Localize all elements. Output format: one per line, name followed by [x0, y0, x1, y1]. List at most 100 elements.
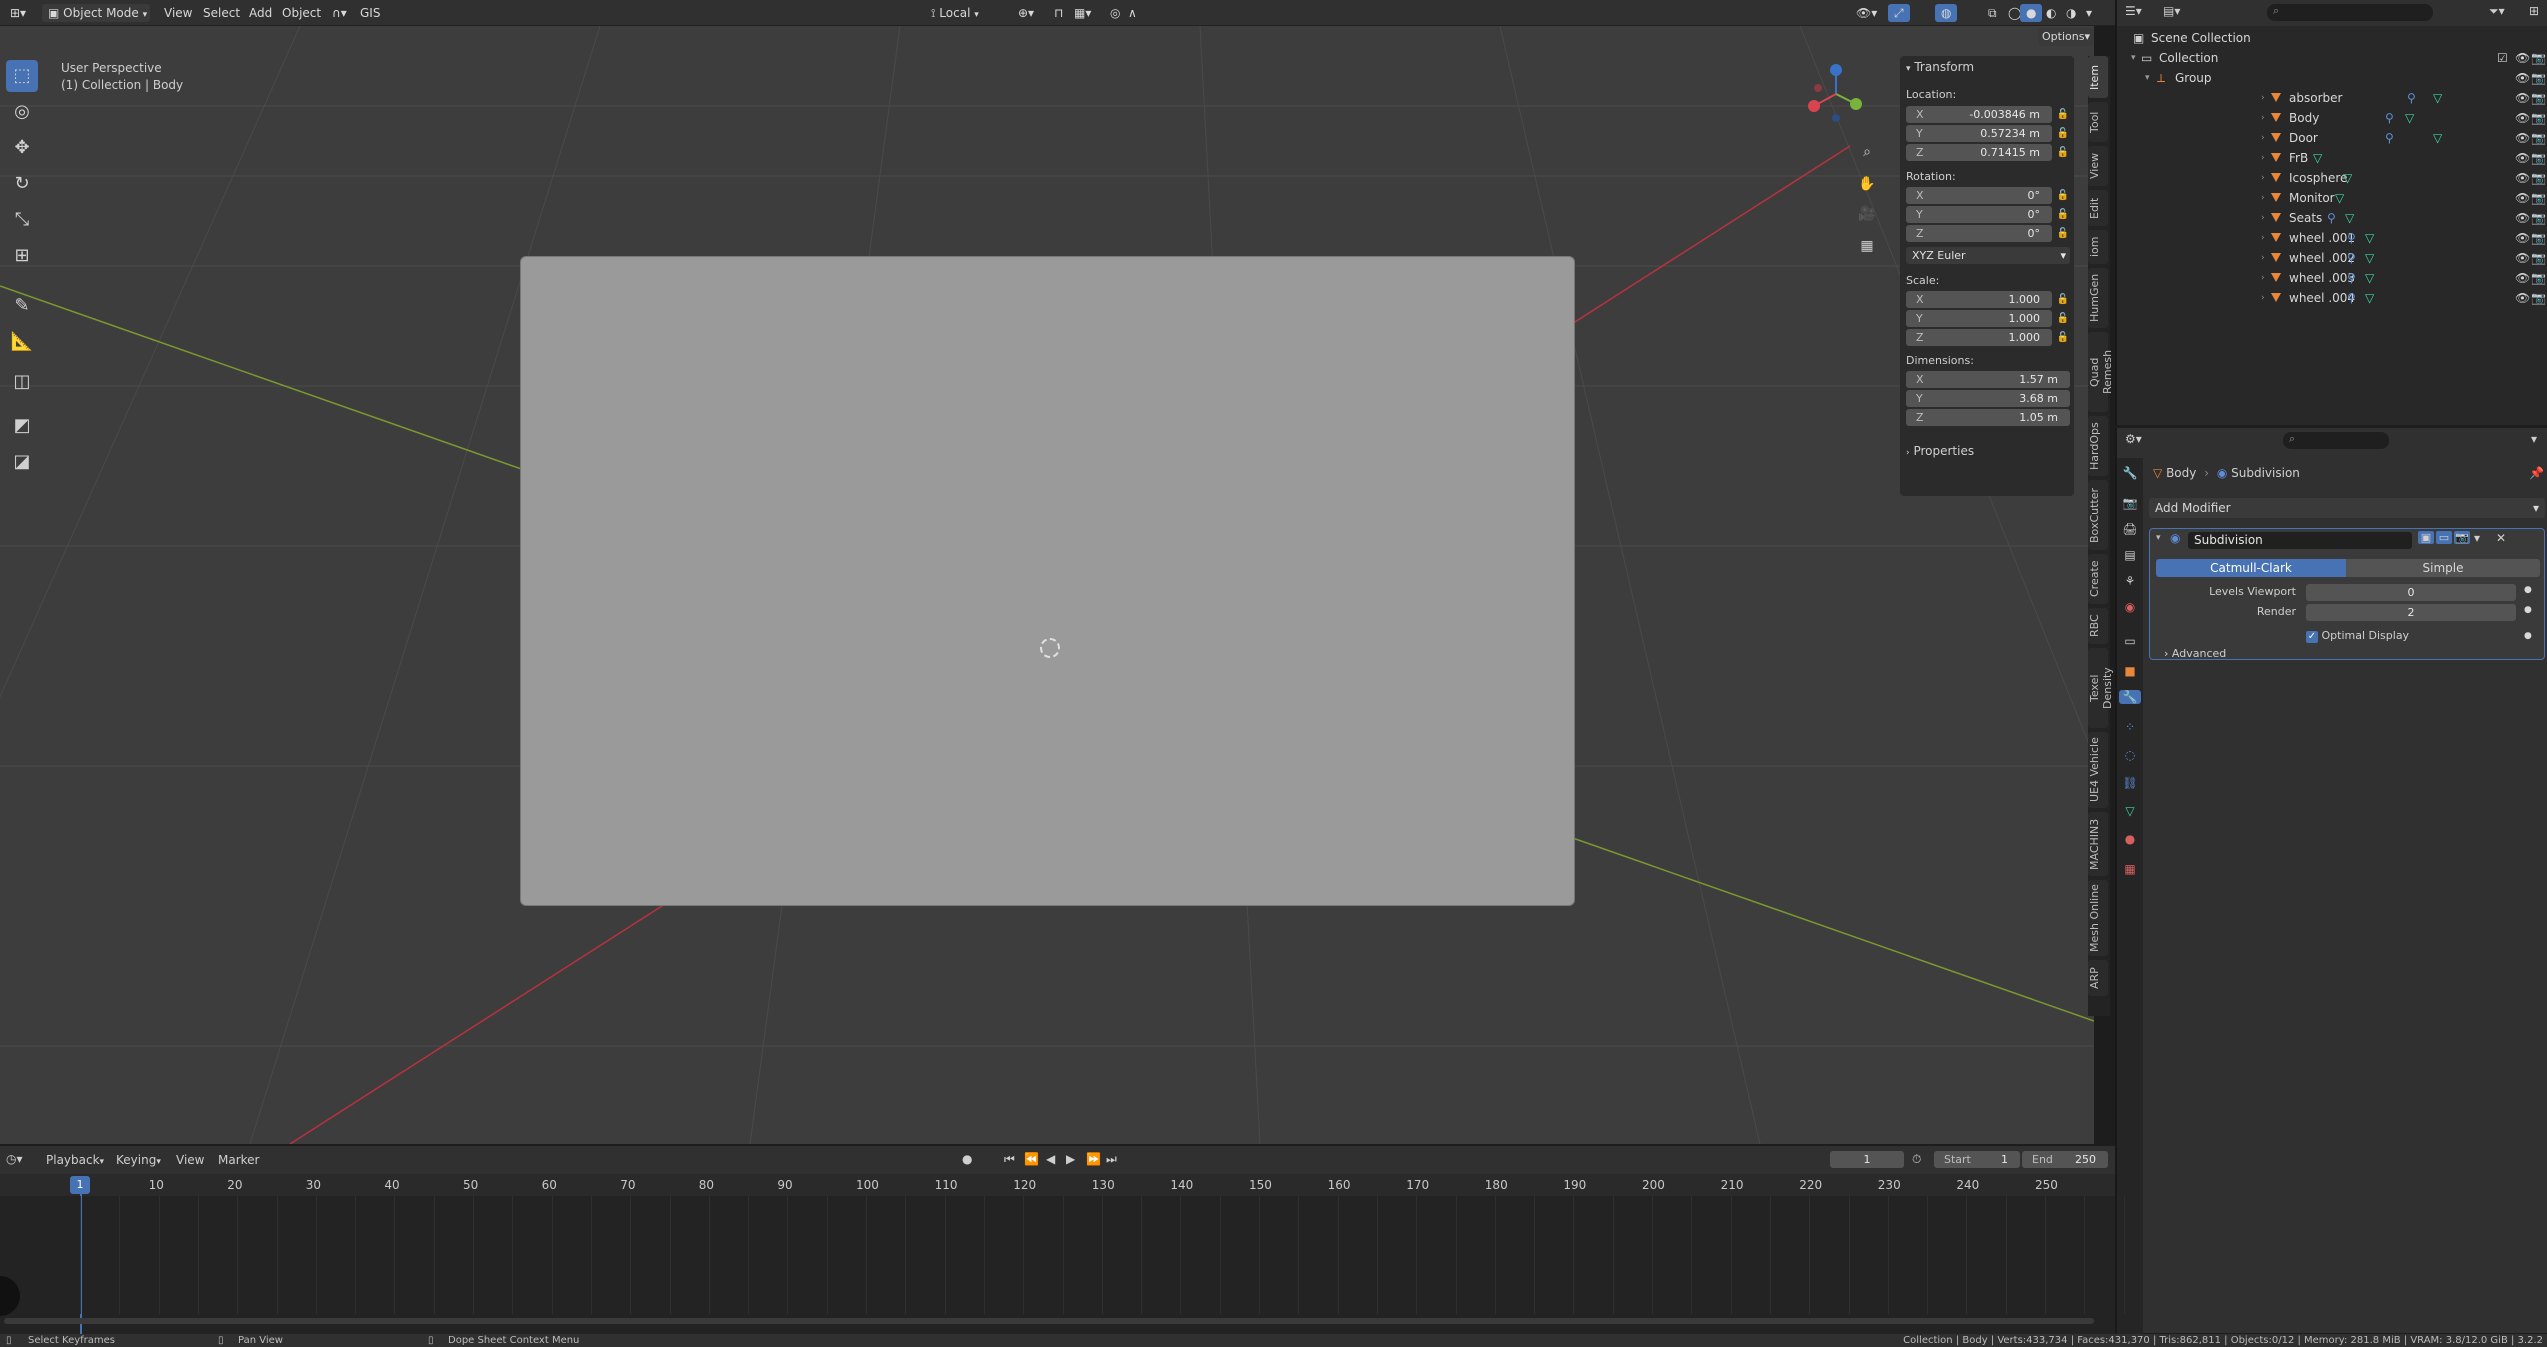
rotation-mode-dropdown[interactable]: XYZ Euler ▾ [1906, 247, 2070, 264]
outliner-item-wheel-002[interactable]: › wheel .002 ⚲ ▽ 👁 📷 [2117, 248, 2547, 268]
menu-gis[interactable]: GIS [354, 4, 386, 22]
properties-subpanel[interactable]: › Properties [1906, 444, 1974, 458]
camera-render-icon[interactable]: 📷 [2531, 248, 2546, 268]
boxcutter-tool-icon[interactable]: ◩ [6, 410, 38, 442]
levels-viewport-field[interactable]: 0 [2306, 584, 2516, 601]
start-frame-field[interactable]: Start 1 [1934, 1151, 2020, 1168]
tab-tool[interactable]: Tool [2088, 102, 2108, 142]
render-properties-icon[interactable]: 📷 [2121, 496, 2139, 510]
snap-grid-icon[interactable]: ▦▾ [1068, 4, 1097, 22]
timeline-scrollbar[interactable] [4, 1318, 2094, 1324]
collection-properties-icon[interactable]: ▭ [2121, 634, 2139, 648]
scale-x-field[interactable]: X 1.000 [1906, 291, 2052, 308]
eye-icon[interactable]: 👁 [2515, 188, 2530, 208]
tab-edit[interactable]: Edit [2088, 190, 2108, 226]
outliner-item-seats[interactable]: › Seats ⚲ ▽ 👁 📷 [2117, 208, 2547, 228]
outliner-item-frb[interactable]: › FrB ▽ 👁 📷 [2117, 148, 2547, 168]
lock-icon[interactable]: 🔓 [2056, 127, 2070, 141]
tab-boxcutter[interactable]: BoxCutter [2088, 480, 2108, 550]
eye-icon[interactable]: 👁 [2515, 288, 2530, 308]
eye-icon[interactable]: 👁 [2515, 248, 2530, 268]
eye-icon[interactable]: 👁 [2515, 268, 2530, 288]
location-z-field[interactable]: Z 0.71415 m [1906, 144, 2052, 161]
location-y-field[interactable]: Y 0.57234 m [1906, 125, 2052, 142]
tab-arp[interactable]: ARP [2088, 960, 2108, 996]
display-mode-icon[interactable]: ▤▾ [2163, 4, 2180, 18]
simple-button[interactable]: Simple [2346, 559, 2540, 577]
overlay-icon[interactable]: ◍ [1935, 4, 1958, 22]
camera-icon[interactable]: 🎥 [1858, 206, 1876, 222]
record-icon[interactable]: ● [962, 1152, 972, 1166]
lock-icon[interactable]: 🔓 [2056, 108, 2070, 122]
timeline-editor-icon[interactable]: ◷▾ [6, 1152, 23, 1166]
dimensions-y-field[interactable]: Y 3.68 m [1906, 390, 2070, 407]
eye-icon[interactable]: 👁 [2515, 228, 2530, 248]
menu-view[interactable]: View [158, 4, 198, 22]
close-icon[interactable]: ✕ [2496, 531, 2506, 545]
camera-render-icon[interactable]: 📷 [2531, 208, 2546, 228]
menu-add[interactable]: Add [243, 4, 278, 22]
view-layer-icon[interactable]: ▤ [2121, 548, 2139, 562]
current-frame-field[interactable]: 1 [1830, 1151, 1904, 1168]
lock-icon[interactable]: 🔓 [2056, 189, 2070, 203]
lock-icon[interactable]: 🔓 [2056, 146, 2070, 160]
menu-marker[interactable]: Marker [218, 1153, 259, 1167]
jump-keyframe-forward-icon[interactable]: ⏩ [1086, 1152, 1101, 1166]
outliner-item-monitor[interactable]: › Monitor ▽ 👁 📷 [2117, 188, 2547, 208]
jump-end-icon[interactable]: ⏭ [1106, 1152, 1117, 1167]
camera-render-icon[interactable]: 📷 [2531, 168, 2546, 188]
3d-cursor-icon[interactable] [1040, 638, 1060, 658]
location-x-field[interactable]: X -0.003846 m [1906, 106, 2052, 123]
grid-view-icon[interactable]: ▦ [1858, 238, 1876, 254]
zoom-icon[interactable]: ⌕ [1858, 144, 1876, 160]
snap-icon[interactable]: ⊓ [1048, 4, 1069, 22]
mode-dropdown[interactable]: ▣ Object Mode ▾ [42, 4, 150, 22]
particles-properties-icon[interactable]: ⁘ [2121, 720, 2139, 734]
outliner-item-wheel-003[interactable]: › wheel .003 ⚲ ▽ 👁 📷 [2117, 268, 2547, 288]
rotation-z-field[interactable]: Z 0° [1906, 225, 2052, 242]
pivot-icon[interactable]: ⊕▾ [1012, 4, 1040, 22]
eye-icon[interactable]: 👁 [2515, 128, 2530, 148]
end-frame-field[interactable]: End 250 [2022, 1151, 2108, 1168]
move-tool-icon[interactable]: ✥ [6, 132, 38, 164]
transform-tool-icon[interactable]: ⊞ [6, 240, 38, 272]
annotate-tool-icon[interactable]: ✎ [6, 290, 38, 322]
world-properties-icon[interactable]: ◉ [2121, 600, 2139, 614]
new-collection-icon[interactable]: ⊞ [2529, 4, 2539, 18]
car-model-placeholder[interactable] [520, 256, 1575, 906]
xray-icon[interactable]: ⧉ [1982, 4, 2003, 22]
dimensions-x-field[interactable]: X 1.57 m [1906, 371, 2070, 388]
measure-tool-icon[interactable]: 📐 [6, 326, 38, 358]
modifier-name-input[interactable]: Subdivision [2188, 532, 2412, 549]
camera-render-icon[interactable]: 📷 [2531, 48, 2546, 68]
outliner-item-wheel-004[interactable]: › wheel .004 ⚲ ▽ 👁 📷 [2117, 288, 2547, 308]
navigation-gizmo[interactable] [1808, 64, 1864, 124]
outliner-collection[interactable]: ▾ ▭ Collection ☑ 👁 📷 [2117, 48, 2547, 68]
lock-icon[interactable]: 🔓 [2056, 331, 2070, 345]
editor-type-icon[interactable]: ⊞▾ [4, 4, 32, 22]
optimal-display-toggle[interactable]: ✓ Optimal Display [2306, 629, 2409, 643]
object-properties-icon[interactable]: ■ [2121, 664, 2139, 678]
lock-icon[interactable]: 🔓 [2056, 227, 2070, 241]
jump-keyframe-back-icon[interactable]: ⏪ [1024, 1152, 1039, 1166]
outliner-editor-icon[interactable]: ☰▾ [2125, 4, 2142, 18]
play-icon[interactable]: ▶ [1066, 1152, 1075, 1166]
render-levels-field[interactable]: 2 [2306, 604, 2516, 621]
shading-options-icon[interactable]: ▾ [2080, 4, 2098, 22]
lock-icon[interactable]: 🔓 [2056, 208, 2070, 222]
menu-object[interactable]: Object [276, 4, 327, 22]
tab-quad-remesh[interactable]: Quad Remesh [2088, 332, 2114, 412]
eye-icon[interactable]: 👁 [2515, 48, 2530, 68]
pan-hand-icon[interactable]: ✋ [1858, 176, 1876, 192]
camera-render-icon[interactable]: 📷 [2531, 288, 2546, 308]
tab-view[interactable]: View [2088, 146, 2108, 186]
tab-rbc[interactable]: RBC [2088, 608, 2108, 644]
menu-view[interactable]: View [176, 1153, 204, 1167]
chevron-down-icon[interactable]: ▾ [2531, 432, 2537, 446]
texture-properties-icon[interactable]: ▦ [2121, 862, 2139, 876]
outliner-item-body[interactable]: › Body ⚲ ▽ 👁 📷 [2117, 108, 2547, 128]
gizmo-icon[interactable]: ⤢ [1888, 4, 1910, 22]
eye-icon[interactable]: 👁 [2515, 148, 2530, 168]
chevron-down-icon[interactable]: ▾ [2156, 533, 2161, 543]
scale-y-field[interactable]: Y 1.000 [1906, 310, 2052, 327]
